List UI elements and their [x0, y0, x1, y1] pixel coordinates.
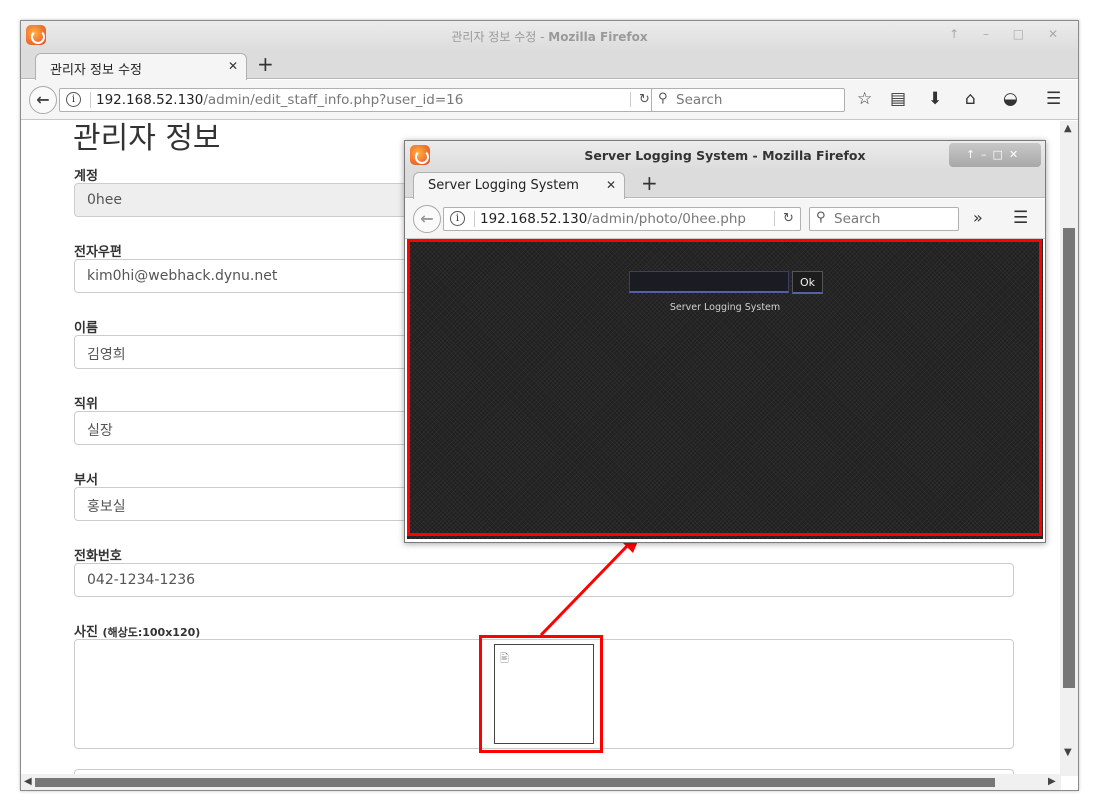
- back-arrow-icon[interactable]: ←: [413, 205, 441, 233]
- popup-titlebar: Server Logging System - Mozilla Firefox …: [405, 141, 1045, 170]
- overflow-icon[interactable]: »: [973, 208, 983, 228]
- window-controls[interactable]: ↑–□✕: [949, 143, 1041, 167]
- popup-navigation-bar: ← i 192.168.52.130/admin/photo/0hee.php …: [405, 199, 1045, 239]
- popup-url-text[interactable]: 192.168.52.130/admin/photo/0hee.php: [474, 211, 746, 227]
- server-page-highlight-box: [407, 239, 1042, 536]
- info-icon[interactable]: i: [450, 211, 465, 226]
- popup-url-bar[interactable]: i 192.168.52.130/admin/photo/0hee.php ↻: [443, 207, 801, 231]
- reload-icon[interactable]: ↻: [774, 211, 794, 226]
- menu-icon[interactable]: ☰: [1013, 208, 1028, 228]
- search-icon: ⚲: [816, 210, 826, 225]
- popup-search-bar[interactable]: ⚲ Search: [809, 207, 959, 231]
- search-placeholder: Search: [834, 211, 881, 227]
- tab-label: Server Logging System: [428, 178, 579, 193]
- close-tab-icon[interactable]: ✕: [606, 178, 616, 192]
- tab-server-logging[interactable]: Server Logging System ✕: [413, 172, 625, 199]
- arrow-line: [539, 541, 632, 637]
- new-tab-button[interactable]: +: [641, 173, 658, 193]
- popup-tab-strip: Server Logging System ✕ +: [405, 170, 1045, 199]
